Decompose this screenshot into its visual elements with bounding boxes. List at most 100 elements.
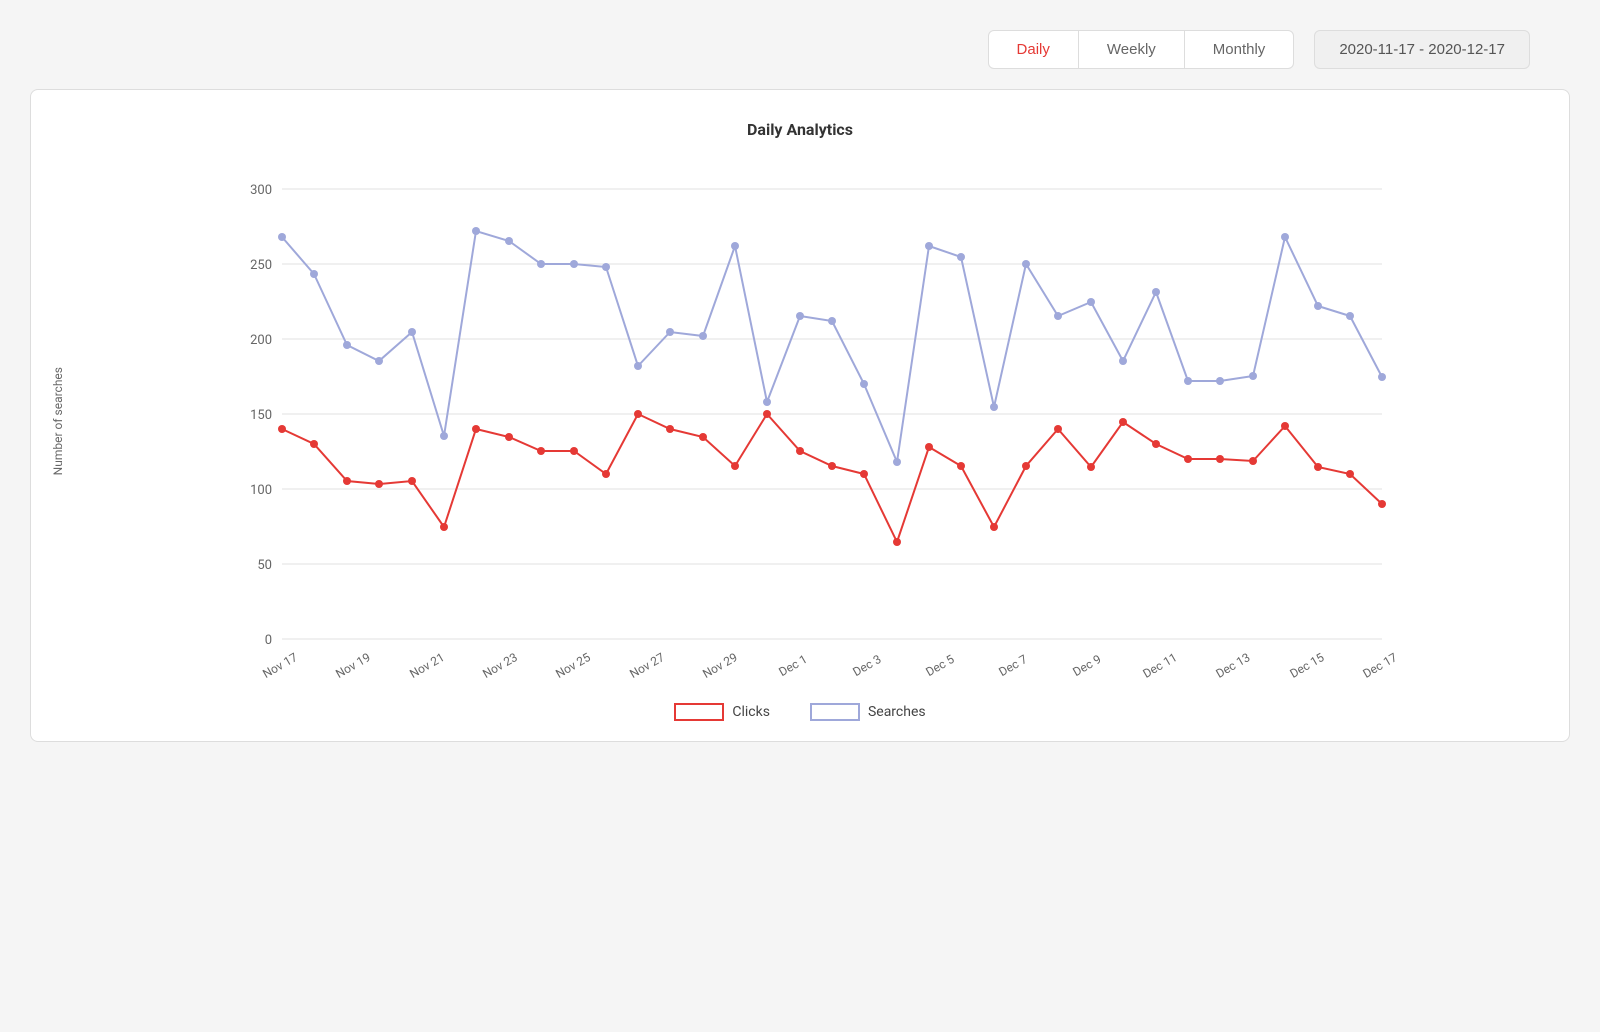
svg-text:300: 300 [250,183,272,198]
search-dot [1087,298,1095,306]
search-dot [1152,288,1160,296]
search-dot [860,380,868,388]
search-dot [440,432,448,440]
click-dot [472,425,480,433]
svg-text:150: 150 [250,408,272,423]
svg-text:Dec 17: Dec 17 [1360,650,1399,681]
search-dot [1346,312,1354,320]
svg-text:Nov 19: Nov 19 [333,650,373,681]
legend-searches-swatch [810,703,860,721]
search-dot [666,328,674,336]
svg-text:Nov 27: Nov 27 [627,650,667,681]
legend-clicks-label: Clicks [732,704,770,720]
weekly-button[interactable]: Weekly [1079,31,1185,68]
click-dot [602,470,610,478]
click-dot [1249,457,1257,465]
svg-text:0: 0 [265,633,272,648]
click-dot [666,425,674,433]
top-controls: Daily Weekly Monthly 2020-11-17 - 2020-1… [30,30,1570,69]
chart-inner: 300 250 200 150 100 50 0 Nov 17 Nov 19 N… [75,159,1549,683]
click-dot [1054,425,1062,433]
click-dot [1119,418,1127,426]
svg-text:Nov 21: Nov 21 [407,650,447,681]
click-dot [828,462,836,470]
click-dot [893,538,901,546]
click-dot [408,477,416,485]
daily-button[interactable]: Daily [989,31,1079,68]
svg-text:Nov 29: Nov 29 [700,650,740,681]
click-dot [699,433,707,441]
search-dot [1378,373,1386,381]
click-dot [440,523,448,531]
search-dot [343,341,351,349]
click-dot [343,477,351,485]
click-dot [796,447,804,455]
click-dot [1314,463,1322,471]
search-dot [570,260,578,268]
legend-searches-label: Searches [868,704,926,720]
click-dot [1022,462,1030,470]
svg-text:Dec 13: Dec 13 [1213,650,1252,681]
search-dot [310,270,318,278]
search-dot [1281,233,1289,241]
search-dot [957,253,965,261]
search-dot [1184,377,1192,385]
search-dot [699,332,707,340]
search-dot [602,263,610,271]
date-range-button[interactable]: 2020-11-17 - 2020-12-17 [1314,30,1530,69]
click-dot [537,447,545,455]
svg-text:100: 100 [250,483,272,498]
click-dot [1216,455,1224,463]
search-dot [375,357,383,365]
search-dot [505,237,513,245]
svg-text:Dec 15: Dec 15 [1287,650,1326,681]
search-dot [731,242,739,250]
legend-searches: Searches [810,703,926,721]
search-dot [408,328,416,336]
search-dot [634,362,642,370]
monthly-button[interactable]: Monthly [1185,31,1294,68]
svg-text:Dec 5: Dec 5 [923,652,956,679]
click-dot [310,440,318,448]
svg-text:Dec 1: Dec 1 [776,652,809,679]
svg-text:Dec 7: Dec 7 [996,652,1029,679]
search-dot [925,242,933,250]
chart-title: Daily Analytics [51,120,1549,139]
search-dot [1216,377,1224,385]
click-dot [925,443,933,451]
click-dot [1346,470,1354,478]
search-dot [278,233,286,241]
click-dot [570,447,578,455]
svg-text:Dec 3: Dec 3 [850,652,883,679]
click-dot [375,480,383,488]
clicks-line [282,414,1382,542]
click-dot [278,425,286,433]
click-dot [505,433,513,441]
search-dot [763,398,771,406]
click-dot [957,462,965,470]
click-dot [1152,440,1160,448]
search-dot [893,458,901,466]
click-dot [990,523,998,531]
search-dot [1119,357,1127,365]
search-dot [472,227,480,235]
click-dot [634,410,642,418]
svg-text:250: 250 [250,258,272,273]
click-dot [1184,455,1192,463]
legend-clicks-swatch [674,703,724,721]
svg-text:Nov 23: Nov 23 [480,650,520,681]
click-dot [1378,500,1386,508]
search-dot [1314,302,1322,310]
search-dot [990,403,998,411]
click-dot [1281,422,1289,430]
y-axis-label: Number of searches [51,367,65,475]
search-dot [796,312,804,320]
legend-clicks: Clicks [674,703,770,721]
svg-text:200: 200 [250,333,272,348]
click-dot [860,470,868,478]
svg-text:50: 50 [257,558,272,573]
click-dot [763,410,771,418]
search-dot [537,260,545,268]
chart-area: Number of searches 300 250 200 150 [51,159,1549,683]
search-dot [1022,260,1030,268]
